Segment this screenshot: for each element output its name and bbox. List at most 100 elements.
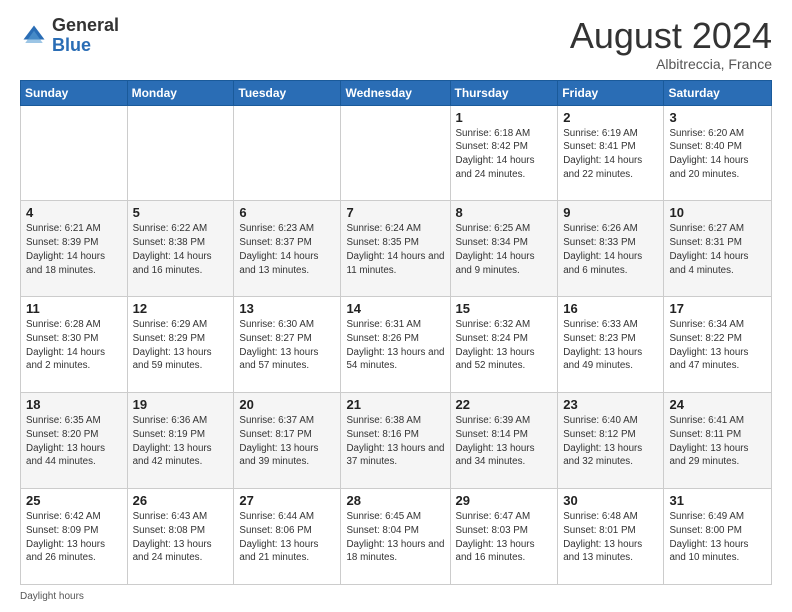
calendar-cell: 10 Sunrise: 6:27 AMSunset: 8:31 PMDayligh… — [664, 201, 772, 297]
day-info: Sunrise: 6:43 AMSunset: 8:08 PMDaylight:… — [133, 510, 229, 565]
calendar-cell: 27Sunrise: 6:44 AMSunset: 8:06 PMDayligh… — [234, 489, 341, 585]
calendar-cell: 13 Sunrise: 6:30 AMSunset: 8:27 PMDayligh… — [234, 297, 341, 393]
calendar-cell — [21, 105, 128, 201]
calendar-cell: 22Sunrise: 6:39 AMSunset: 8:14 PMDayligh… — [450, 393, 558, 489]
calendar-cell: 26 Sunrise: 6:43 AMSunset: 8:08 PMDayligh… — [127, 489, 234, 585]
day-number: 3 — [669, 110, 766, 125]
calendar-cell: 30 Sunrise: 6:48 AMSunset: 8:01 PMDayligh… — [558, 489, 664, 585]
day-info: Sunrise: 6:32 AMSunset: 8:24 PMDaylight:… — [456, 318, 553, 373]
day-info: Sunrise: 6:35 AMSunset: 8:20 PMDaylight:… — [26, 414, 122, 469]
week-row-1: 4Sunrise: 6:21 AMSunset: 8:39 PMDaylight… — [21, 201, 772, 297]
day-info: Sunrise: 6:30 AMSunset: 8:27 PMDaylight:… — [239, 318, 335, 373]
calendar-cell — [234, 105, 341, 201]
day-number: 9 — [563, 205, 658, 220]
day-info: Sunrise: 6:47 AMSunset: 8:03 PMDaylight:… — [456, 510, 553, 565]
week-row-3: 18 Sunrise: 6:35 AMSunset: 8:20 PMDayligh… — [21, 393, 772, 489]
calendar-cell: 12Sunrise: 6:29 AMSunset: 8:29 PMDayligh… — [127, 297, 234, 393]
calendar-cell: 3 Sunrise: 6:20 AMSunset: 8:40 PMDaylight… — [664, 105, 772, 201]
calendar-cell: 23Sunrise: 6:40 AMSunset: 8:12 PMDayligh… — [558, 393, 664, 489]
col-tuesday: Tuesday — [234, 80, 341, 105]
day-number: 30 — [563, 493, 658, 508]
day-number: 17 — [669, 301, 766, 316]
calendar-cell: 19Sunrise: 6:36 AMSunset: 8:19 PMDayligh… — [127, 393, 234, 489]
logo: General Blue — [20, 16, 119, 56]
day-number: 1 — [456, 110, 553, 125]
day-info: Sunrise: 6:20 AMSunset: 8:40 PMDaylight:… — [669, 127, 766, 182]
calendar-cell: 2Sunrise: 6:19 AMSunset: 8:41 PMDaylight… — [558, 105, 664, 201]
calendar-cell: 18 Sunrise: 6:35 AMSunset: 8:20 PMDayligh… — [21, 393, 128, 489]
day-number: 6 — [239, 205, 335, 220]
title-block: August 2024 Albitreccia, France — [570, 16, 772, 72]
day-info: Sunrise: 6:33 AMSunset: 8:23 PMDaylight:… — [563, 318, 658, 373]
calendar-cell: 25 Sunrise: 6:42 AMSunset: 8:09 PMDayligh… — [21, 489, 128, 585]
day-number: 25 — [26, 493, 122, 508]
col-saturday: Saturday — [664, 80, 772, 105]
day-info: Sunrise: 6:24 AMSunset: 8:35 PMDaylight:… — [346, 222, 444, 277]
day-info: Sunrise: 6:42 AMSunset: 8:09 PMDaylight:… — [26, 510, 122, 565]
day-info: Sunrise: 6:48 AMSunset: 8:01 PMDaylight:… — [563, 510, 658, 565]
week-row-2: 11Sunrise: 6:28 AMSunset: 8:30 PMDayligh… — [21, 297, 772, 393]
calendar-cell: 8Sunrise: 6:25 AMSunset: 8:34 PMDaylight… — [450, 201, 558, 297]
day-number: 31 — [669, 493, 766, 508]
calendar-cell: 28 Sunrise: 6:45 AMSunset: 8:04 PMDayligh… — [341, 489, 450, 585]
day-number: 12 — [133, 301, 229, 316]
day-number: 2 — [563, 110, 658, 125]
day-info: Sunrise: 6:25 AMSunset: 8:34 PMDaylight:… — [456, 222, 553, 277]
logo-icon — [20, 22, 48, 50]
day-number: 21 — [346, 397, 444, 412]
day-info: Sunrise: 6:34 AMSunset: 8:22 PMDaylight:… — [669, 318, 766, 373]
day-number: 22 — [456, 397, 553, 412]
day-number: 26 — [133, 493, 229, 508]
calendar-cell — [127, 105, 234, 201]
footer: Daylight hours — [20, 591, 772, 602]
calendar-cell: 29 Sunrise: 6:47 AMSunset: 8:03 PMDayligh… — [450, 489, 558, 585]
calendar-cell: 14 Sunrise: 6:31 AMSunset: 8:26 PMDayligh… — [341, 297, 450, 393]
calendar-cell: 16 Sunrise: 6:33 AMSunset: 8:23 PMDayligh… — [558, 297, 664, 393]
calendar-cell: 6 Sunrise: 6:23 AMSunset: 8:37 PMDaylight… — [234, 201, 341, 297]
day-info: Sunrise: 6:26 AMSunset: 8:33 PMDaylight:… — [563, 222, 658, 277]
calendar-cell: 5Sunrise: 6:22 AMSunset: 8:38 PMDaylight… — [127, 201, 234, 297]
day-number: 20 — [239, 397, 335, 412]
calendar-cell: 11Sunrise: 6:28 AMSunset: 8:30 PMDayligh… — [21, 297, 128, 393]
day-info: Sunrise: 6:45 AMSunset: 8:04 PMDaylight:… — [346, 510, 444, 565]
header-row: Sunday Monday Tuesday Wednesday Thursday… — [21, 80, 772, 105]
day-number: 10 — [669, 205, 766, 220]
day-number: 24 — [669, 397, 766, 412]
day-info: Sunrise: 6:23 AMSunset: 8:37 PMDaylight:… — [239, 222, 335, 277]
calendar-cell — [341, 105, 450, 201]
week-row-4: 25 Sunrise: 6:42 AMSunset: 8:09 PMDayligh… — [21, 489, 772, 585]
day-info: Sunrise: 6:22 AMSunset: 8:38 PMDaylight:… — [133, 222, 229, 277]
calendar-cell: 24 Sunrise: 6:41 AMSunset: 8:11 PMDayligh… — [664, 393, 772, 489]
day-info: Sunrise: 6:37 AMSunset: 8:17 PMDaylight:… — [239, 414, 335, 469]
week-row-0: 1Sunrise: 6:18 AMSunset: 8:42 PMDaylight… — [21, 105, 772, 201]
day-number: 28 — [346, 493, 444, 508]
day-info: Sunrise: 6:31 AMSunset: 8:26 PMDaylight:… — [346, 318, 444, 373]
calendar-cell: 7Sunrise: 6:24 AMSunset: 8:35 PMDaylight… — [341, 201, 450, 297]
day-info: Sunrise: 6:21 AMSunset: 8:39 PMDaylight:… — [26, 222, 122, 277]
day-number: 19 — [133, 397, 229, 412]
calendar-table: Sunday Monday Tuesday Wednesday Thursday… — [20, 80, 772, 585]
header: General Blue August 2024 Albitreccia, Fr… — [20, 16, 772, 72]
page: General Blue August 2024 Albitreccia, Fr… — [0, 0, 792, 612]
col-wednesday: Wednesday — [341, 80, 450, 105]
location: Albitreccia, France — [570, 56, 772, 72]
day-number: 18 — [26, 397, 122, 412]
calendar-cell: 20 Sunrise: 6:37 AMSunset: 8:17 PMDayligh… — [234, 393, 341, 489]
day-number: 16 — [563, 301, 658, 316]
calendar-cell: 1Sunrise: 6:18 AMSunset: 8:42 PMDaylight… — [450, 105, 558, 201]
day-info: Sunrise: 6:41 AMSunset: 8:11 PMDaylight:… — [669, 414, 766, 469]
col-friday: Friday — [558, 80, 664, 105]
day-number: 29 — [456, 493, 553, 508]
day-info: Sunrise: 6:38 AMSunset: 8:16 PMDaylight:… — [346, 414, 444, 469]
day-number: 23 — [563, 397, 658, 412]
daylight-label: Daylight hours — [20, 591, 84, 602]
calendar-cell: 9 Sunrise: 6:26 AMSunset: 8:33 PMDaylight… — [558, 201, 664, 297]
calendar-cell: 15Sunrise: 6:32 AMSunset: 8:24 PMDayligh… — [450, 297, 558, 393]
day-info: Sunrise: 6:27 AMSunset: 8:31 PMDaylight:… — [669, 222, 766, 277]
day-info: Sunrise: 6:49 AMSunset: 8:00 PMDaylight:… — [669, 510, 766, 565]
day-number: 13 — [239, 301, 335, 316]
calendar-cell: 31 Sunrise: 6:49 AMSunset: 8:00 PMDayligh… — [664, 489, 772, 585]
day-number: 14 — [346, 301, 444, 316]
col-monday: Monday — [127, 80, 234, 105]
logo-line1: General — [52, 16, 119, 36]
